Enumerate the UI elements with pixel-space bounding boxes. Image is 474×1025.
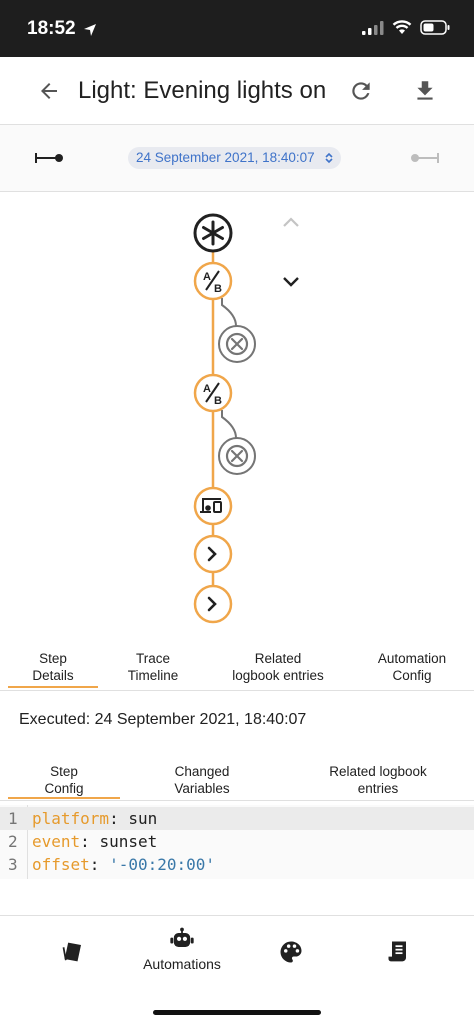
tab-selected-indicator <box>8 686 98 688</box>
trace-select-dropdown[interactable]: 24 September 2021, 18:40:07 <box>128 147 341 169</box>
action-node[interactable] <box>193 534 233 574</box>
tab-automation-config[interactable]: Automation Config <box>362 650 462 684</box>
tab-step-details[interactable]: Step Details <box>8 650 98 684</box>
location-arrow-icon <box>84 24 96 36</box>
trigger-node[interactable] <box>193 213 233 253</box>
nav-areas[interactable] <box>34 926 114 986</box>
code-line: 1 platform: sun <box>0 807 474 830</box>
nav-automations[interactable]: Automations <box>142 926 222 986</box>
robot-icon <box>170 927 194 947</box>
download-icon <box>417 81 433 100</box>
trace-navigation: 24 September 2021, 18:40:07 <box>0 125 474 192</box>
wifi-icon <box>392 20 412 34</box>
unfold-icon <box>325 152 333 164</box>
status-bar: 18:52 <box>0 0 474 57</box>
yaml-value: sun <box>128 809 158 828</box>
refresh-button[interactable] <box>345 75 377 107</box>
script-icon <box>388 941 406 962</box>
arrow-left-icon <box>41 83 57 99</box>
battery-icon <box>420 20 450 35</box>
download-button[interactable] <box>409 75 441 107</box>
nav-logs[interactable] <box>359 926 439 986</box>
condition-node[interactable]: A B <box>193 261 233 301</box>
tab-related-logbook-entries[interactable]: Related logbook entries <box>308 763 448 797</box>
code-line: 3 offset: '-00:20:00' <box>8 855 216 874</box>
oldest-trace-icon[interactable] <box>34 151 64 165</box>
subtab-selected-indicator <box>8 797 120 799</box>
home-indicator <box>153 1010 321 1015</box>
branch-connector <box>221 410 237 439</box>
page-title: Light: Evening lights on <box>78 77 327 104</box>
newest-trace-icon[interactable] <box>410 151 440 165</box>
back-button[interactable] <box>33 75 65 107</box>
yaml-key: event <box>32 832 81 851</box>
app-header: Light: Evening lights on <box>0 57 474 125</box>
svg-text:B: B <box>214 283 222 295</box>
trace-tabs: Step Details Trace Timeline Related logb… <box>0 642 474 691</box>
nav-themes[interactable] <box>251 926 331 986</box>
tab-trace-timeline[interactable]: Trace Timeline <box>108 650 198 684</box>
status-time: 18:52 <box>27 18 76 39</box>
code-line: 2 event: sunset <box>8 832 158 851</box>
tab-changed-variables[interactable]: Changed Variables <box>147 763 257 797</box>
nav-automations-label: Automations <box>143 956 221 972</box>
device-action-node[interactable] <box>193 486 233 526</box>
condition-branch-node[interactable] <box>218 437 256 475</box>
condition-branch-node[interactable] <box>218 325 256 363</box>
yaml-value: sunset <box>99 832 158 851</box>
condition-node[interactable]: A B <box>193 373 233 413</box>
svg-text:A: A <box>203 383 211 395</box>
action-node[interactable] <box>193 584 233 624</box>
tab-step-config[interactable]: Step Config <box>8 763 120 797</box>
svg-text:A: A <box>203 271 211 283</box>
yaml-key: platform <box>32 809 110 828</box>
branch-connector <box>221 298 237 327</box>
yaml-key: offset <box>32 855 90 874</box>
trace-timestamp: 24 September 2021, 18:40:07 <box>136 150 315 165</box>
trace-graph: A B A B <box>193 213 299 624</box>
line-number: 1 <box>8 809 18 828</box>
line-number: 3 <box>8 855 18 874</box>
executed-timestamp: Executed: 24 September 2021, 18:40:07 <box>19 711 307 728</box>
palette-icon <box>280 941 302 963</box>
bottom-navigation: Automations <box>0 915 474 1025</box>
cards-icon <box>62 942 81 962</box>
refresh-icon <box>352 82 370 100</box>
yaml-string-value: '-00:20:00' <box>109 855 216 874</box>
tab-related-logbook[interactable]: Related logbook entries <box>213 650 343 684</box>
chevron-up-icon[interactable] <box>283 217 299 227</box>
step-subtabs: Step Config Changed Variables Related lo… <box>0 755 474 801</box>
yaml-code-editor[interactable]: 1 platform: sun 2 event: sunset 3 offset… <box>0 805 474 879</box>
cellular-signal-icon <box>362 20 384 35</box>
svg-text:B: B <box>214 395 222 407</box>
line-number: 2 <box>8 832 18 851</box>
chevron-down-icon[interactable] <box>283 277 299 287</box>
